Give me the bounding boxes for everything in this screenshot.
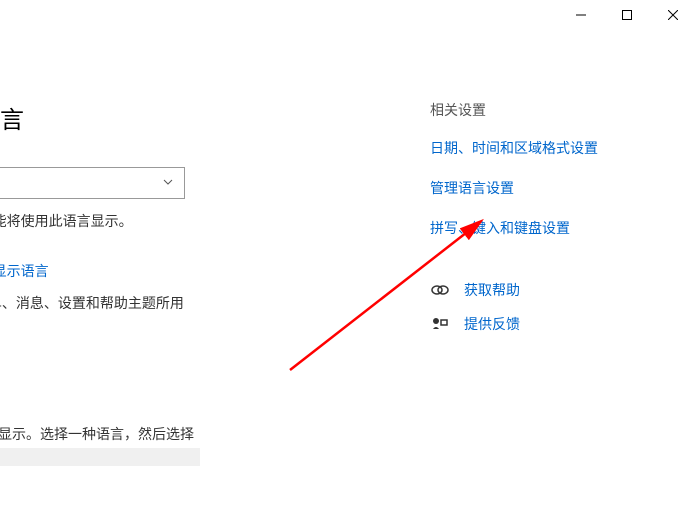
add-display-language-label: 添加 Windows 显示语言: [0, 261, 49, 281]
close-icon: [668, 10, 678, 20]
bottom-bar: [0, 448, 200, 466]
display-language-dropdown[interactable]: [0, 167, 185, 199]
get-help-link[interactable]: 获取帮助: [430, 280, 670, 300]
maximize-icon: [622, 10, 632, 20]
give-feedback-label: 提供反馈: [464, 314, 520, 334]
manage-language-link[interactable]: 管理语言设置: [430, 178, 670, 198]
give-feedback-link[interactable]: 提供反馈: [430, 314, 670, 334]
feedback-icon: [430, 314, 450, 334]
support-section: 获取帮助 提供反馈: [430, 280, 670, 334]
windows-nav-description: lows 导航、菜单、消息、设置和帮助主题所用: [0, 293, 300, 314]
right-panel: 相关设置 日期、时间和区域格式设置 管理语言设置 拼写、键入和键盘设置 获取帮助: [430, 100, 670, 348]
preferred-language-line1: 寺的第一种语言显示。选择一种语言，然后选择: [0, 426, 194, 442]
display-language-description: 等 Windows 功能将使用此语言显示。: [0, 211, 300, 231]
add-display-language-link[interactable]: 添加 Windows 显示语言: [0, 261, 300, 281]
close-button[interactable]: [650, 0, 696, 30]
left-panel: 言 等 Windows 功能将使用此语言显示。 添加 Windows 显示语言 …: [0, 0, 300, 466]
related-settings-heading: 相关设置: [430, 100, 670, 120]
page-heading: 言: [0, 100, 300, 135]
minimize-icon: [576, 10, 586, 20]
datetime-region-link[interactable]: 日期、时间和区域格式设置: [430, 138, 670, 158]
window-controls: [558, 0, 696, 30]
minimize-button[interactable]: [558, 0, 604, 30]
get-help-label: 获取帮助: [464, 280, 520, 300]
chevron-down-icon: [162, 175, 174, 191]
chat-help-icon: [430, 280, 450, 300]
typing-keyboard-link[interactable]: 拼写、键入和键盘设置: [430, 218, 670, 238]
maximize-button[interactable]: [604, 0, 650, 30]
